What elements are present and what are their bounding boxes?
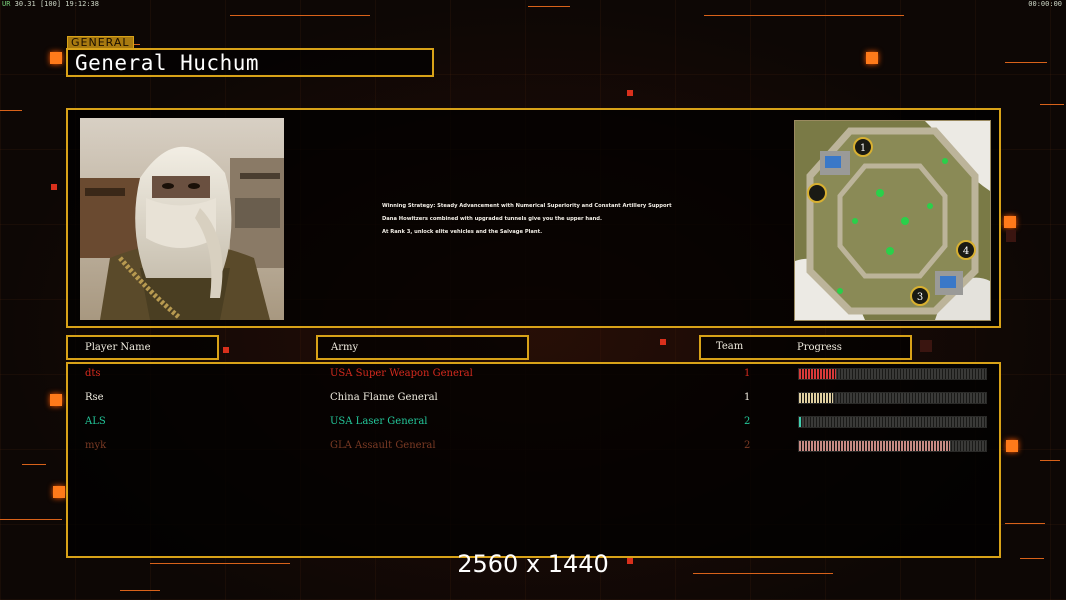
deco-line	[1040, 104, 1064, 105]
strategy-line: At Rank 3, unlock elite vehicles and the…	[382, 229, 543, 235]
strategy-line: Dana Howitzers combined with upgraded tu…	[382, 216, 602, 222]
deco-square	[1004, 216, 1016, 228]
strategy-line: Winning Strategy: Steady Advancement wit…	[382, 203, 672, 209]
header-player-name-label: Player Name	[85, 342, 151, 353]
deco-square	[660, 339, 666, 345]
player-row: dts USA Super Weapon General 1	[0, 366, 1066, 382]
column-header-team-progress: Team Progress	[699, 335, 912, 360]
start-marker-1: 1	[860, 143, 866, 154]
deco-line	[1040, 460, 1060, 461]
progress-fill	[799, 441, 951, 451]
start-marker-4: 4	[963, 246, 969, 257]
start-marker-3: 3	[917, 292, 923, 303]
header-team-label: Team	[716, 341, 744, 352]
player-army: USA Super Weapon General	[330, 368, 473, 379]
deco-line	[1005, 523, 1045, 524]
deco-line	[120, 590, 160, 591]
deco-square	[1006, 230, 1016, 242]
resolution-label: 2560 x 1440	[457, 550, 609, 578]
player-team: 2	[744, 416, 751, 427]
progress-bar	[798, 392, 987, 404]
map-preview: 1 4 3	[794, 120, 991, 321]
map-image: 1 4 3	[795, 121, 990, 320]
deco-square	[866, 52, 878, 64]
player-name: ALS	[85, 416, 106, 427]
portrait-image	[80, 118, 284, 320]
status-prefix: UR	[2, 0, 11, 8]
deco-line	[704, 15, 904, 16]
deco-square	[920, 340, 932, 352]
general-portrait	[80, 118, 284, 320]
deco-line	[230, 15, 370, 16]
deco-square	[223, 347, 229, 353]
deco-square	[627, 90, 633, 96]
deco-line	[528, 6, 570, 7]
player-army: China Flame General	[330, 392, 438, 403]
progress-fill	[799, 393, 833, 403]
player-row: myk GLA Assault General 2	[0, 438, 1066, 454]
column-header-army: Army	[316, 335, 529, 360]
deco-square	[51, 184, 57, 190]
progress-fill	[799, 369, 837, 379]
deco-line	[0, 110, 22, 111]
deco-square	[53, 486, 65, 498]
title-box: General Huchum	[66, 48, 434, 77]
status-fps: 30.31	[14, 0, 36, 8]
player-army: USA Laser General	[330, 416, 428, 427]
player-name: myk	[85, 440, 107, 451]
strategy-text: Winning Strategy: Steady Advancement wit…	[382, 200, 742, 239]
player-name: Rse	[85, 392, 104, 403]
player-row: ALS USA Laser General 2	[0, 414, 1066, 430]
player-row: Rse China Flame General 1	[0, 390, 1066, 406]
deco-line	[1005, 62, 1047, 63]
deco-line	[0, 519, 62, 520]
player-team: 2	[744, 440, 751, 451]
general-name: General Huchum	[75, 51, 260, 75]
deco-line	[22, 464, 46, 465]
player-team: 1	[744, 392, 751, 403]
progress-bar	[798, 440, 987, 452]
status-readout: UR 30.31 [100] 19:12:38	[2, 0, 99, 8]
progress-bar	[798, 368, 987, 380]
game-timer: 00:00:00	[1028, 0, 1062, 8]
player-team: 1	[744, 368, 751, 379]
progress-fill	[799, 417, 801, 427]
column-header-player-name: Player Name	[66, 335, 219, 360]
header-army-label: Army	[331, 342, 359, 353]
status-cap: 100	[44, 0, 57, 8]
status-clock: 19:12:38	[65, 0, 99, 8]
header-progress-label: Progress	[797, 342, 842, 353]
player-name: dts	[85, 368, 101, 379]
deco-square	[50, 52, 62, 64]
player-army: GLA Assault General	[330, 440, 436, 451]
progress-bar	[798, 416, 987, 428]
